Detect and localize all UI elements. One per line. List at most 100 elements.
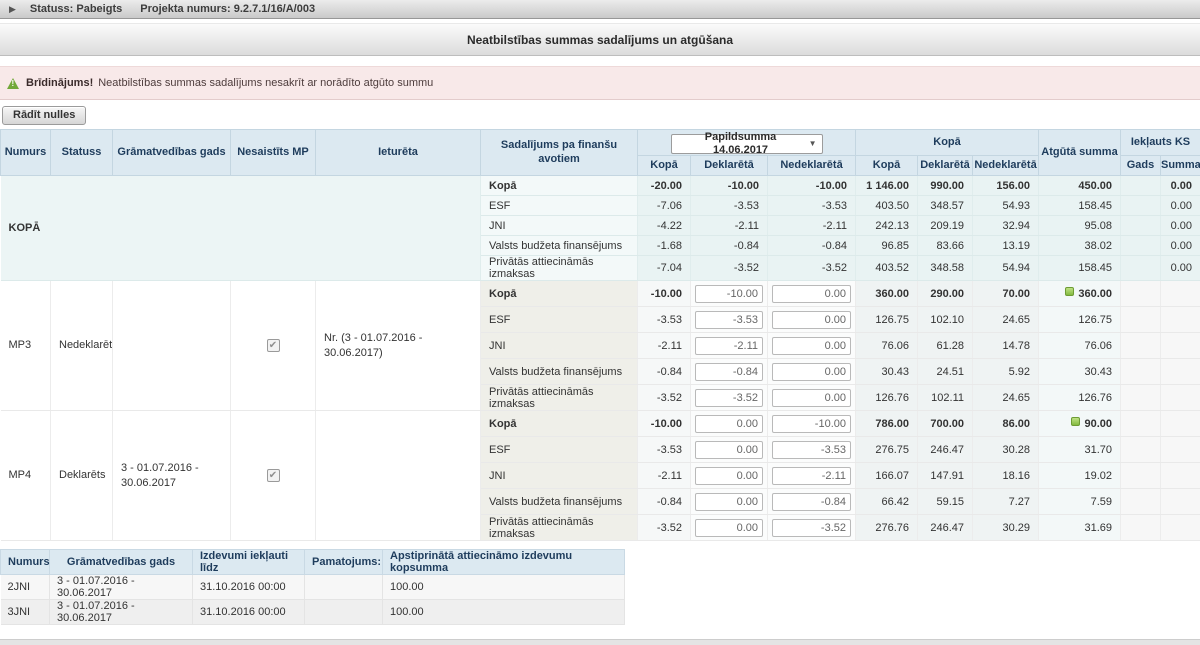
- papildsumma-dropdown[interactable]: Papildsumma 14.06.2017 ▼: [671, 134, 823, 154]
- atguta-summa-value: 126.75: [1039, 307, 1121, 333]
- kopa-kopa-value: 66.42: [856, 489, 918, 515]
- status-bar: ▶ Statuss: Pabeigts Projekta numurs: 9.2…: [0, 0, 1200, 19]
- col-header-ietureta: Ieturēta: [316, 130, 481, 176]
- kopa-kopa-value: 30.43: [856, 359, 918, 385]
- kopa-nedeklareta-value: 54.93: [973, 196, 1039, 216]
- jni-numurs: 3JNI: [1, 600, 50, 625]
- kopa-nedeklareta-value: 30.28: [973, 437, 1039, 463]
- footer-strip: [0, 639, 1200, 645]
- atguta-summa-value: 19.02: [1039, 463, 1121, 489]
- jni-col-numurs: Numurs: [1, 550, 50, 575]
- page: ▶ Statuss: Pabeigts Projekta numurs: 9.2…: [0, 0, 1200, 645]
- papildsumma-nedeklareta-input[interactable]: [772, 389, 851, 407]
- finance-source-label: ESF: [481, 196, 638, 216]
- kopa-deklareta-value: 990.00: [918, 176, 973, 196]
- papildsumma-deklareta-input-cell: [691, 281, 768, 307]
- papildsumma-nedeklareta-input[interactable]: [772, 493, 851, 511]
- jni-table-body: 2JNI3 - 01.07.2016 - 30.06.201731.10.201…: [1, 575, 625, 625]
- kopa-nedeklareta-value: 5.92: [973, 359, 1039, 385]
- papildsumma-deklareta-input[interactable]: [695, 363, 763, 381]
- papildsumma-nedeklareta-input-cell: [768, 307, 856, 333]
- kopa-kopa-value: 360.00: [856, 281, 918, 307]
- papildsumma-nedeklareta-input[interactable]: [772, 441, 851, 459]
- papildsumma-nedeklareta-input-cell: [768, 333, 856, 359]
- col-header-nesaistits-mp: Nesaistīts MP: [231, 130, 316, 176]
- atguta-summa-value: 126.76: [1039, 385, 1121, 411]
- papildsumma-deklareta-input[interactable]: [695, 441, 763, 459]
- ks-gads-value: [1121, 437, 1161, 463]
- warning-label: Brīdinājums!: [26, 77, 93, 89]
- papildsumma-deklareta-input[interactable]: [695, 389, 763, 407]
- nesaistits-mp-checkbox[interactable]: ✔: [267, 339, 280, 352]
- ks-summa-value: 0.00: [1161, 236, 1200, 256]
- warning-message: Neatbilstības summas sadalījums nesakrīt…: [98, 77, 433, 89]
- papildsumma-deklareta-input-cell: [691, 359, 768, 385]
- nesaistits-mp-checkbox[interactable]: ✔: [267, 469, 280, 482]
- subcol-kopa-kopa: Kopā: [856, 156, 918, 176]
- col-header-ieklauts-ks: Iekļauts KS: [1121, 130, 1200, 156]
- kopa-kopa-value: 276.76: [856, 515, 918, 541]
- papildsumma-deklareta-input[interactable]: [695, 493, 763, 511]
- papildsumma-deklareta-input[interactable]: [695, 519, 763, 537]
- jni-gads: 3 - 01.07.2016 - 30.06.2017: [50, 575, 193, 600]
- papildsumma-nedeklareta-input[interactable]: [772, 519, 851, 537]
- subcol-ks-gads: Gads: [1121, 156, 1161, 176]
- col-header-numurs: Numurs: [1, 130, 51, 176]
- finance-source-label: Kopā: [481, 281, 638, 307]
- section-total-label: KOPĀ: [1, 176, 481, 281]
- papildsumma-nedeklareta-input[interactable]: [772, 337, 851, 355]
- papildsumma-nedeklareta-input[interactable]: [772, 415, 851, 433]
- ks-gads-value: [1121, 307, 1161, 333]
- papildsumma-nedeklareta-input[interactable]: [772, 285, 851, 303]
- papildsumma-deklareta-input-cell: [691, 463, 768, 489]
- kopa-deklareta-value: 102.10: [918, 307, 973, 333]
- jni-col-pamatojums: Pamatojums:: [305, 550, 383, 575]
- kopa-deklareta-value: 102.11: [918, 385, 973, 411]
- kopa-nedeklareta-value: 30.29: [973, 515, 1039, 541]
- papildsumma-nedeklareta-input-cell: [768, 489, 856, 515]
- kopa-deklareta-value: 59.15: [918, 489, 973, 515]
- papildsumma-kopa-value: -0.84: [638, 489, 691, 515]
- subcol-papild-deklareta: Deklarētā: [691, 156, 768, 176]
- title-bar: Neatbilstības summas sadalījums un atgūš…: [0, 23, 1200, 56]
- green-sum-icon: [1065, 287, 1074, 296]
- kopa-kopa-value: 126.75: [856, 307, 918, 333]
- ks-summa-value: [1161, 437, 1200, 463]
- kopa-nedeklareta-value: 54.94: [973, 256, 1039, 281]
- ks-gads-value: [1121, 176, 1161, 196]
- main-table-body: KOPĀKopā-20.00-10.00-10.001 146.00990.00…: [1, 176, 1200, 541]
- papildsumma-deklareta-input[interactable]: [695, 415, 763, 433]
- papildsumma-nedeklareta-input[interactable]: [772, 363, 851, 381]
- status-label: Statuss: Pabeigts: [30, 3, 122, 15]
- col-header-kopa-group: Kopā: [856, 130, 1039, 156]
- papildsumma-nedeklareta-input-cell: [768, 463, 856, 489]
- subcol-papild-nedeklareta: Nedeklarētā: [768, 156, 856, 176]
- ks-summa-value: [1161, 411, 1200, 437]
- show-zeros-button[interactable]: Rādīt nulles: [2, 106, 86, 125]
- finance-source-label: JNI: [481, 463, 638, 489]
- expander-arrow-icon[interactable]: ▶: [9, 4, 16, 15]
- papildsumma-deklareta-input-cell: [691, 385, 768, 411]
- papildsumma-deklareta-input[interactable]: [695, 337, 763, 355]
- papildsumma-deklareta-input[interactable]: [695, 285, 763, 303]
- kopa-deklareta-value: 147.91: [918, 463, 973, 489]
- atguta-summa-value: 31.69: [1039, 515, 1121, 541]
- papildsumma-deklareta-value: -3.53: [691, 196, 768, 216]
- papildsumma-deklareta-value: -2.11: [691, 216, 768, 236]
- ks-gads-value: [1121, 196, 1161, 216]
- papildsumma-deklareta-input-cell: [691, 515, 768, 541]
- mp-statuss: Deklarēts: [51, 411, 113, 541]
- papildsumma-nedeklareta-input[interactable]: [772, 311, 851, 329]
- papildsumma-deklareta-input[interactable]: [695, 467, 763, 485]
- papildsumma-kopa-value: -20.00: [638, 176, 691, 196]
- papildsumma-deklareta-value: -0.84: [691, 236, 768, 256]
- kopa-deklareta-value: 209.19: [918, 216, 973, 236]
- papildsumma-deklareta-input[interactable]: [695, 311, 763, 329]
- jni-table: Numurs Grāmatvedības gads Izdevumi iekļa…: [0, 549, 625, 625]
- papildsumma-kopa-value: -0.84: [638, 359, 691, 385]
- papildsumma-nedeklareta-input-cell: [768, 515, 856, 541]
- finance-source-label: ESF: [481, 307, 638, 333]
- finance-source-label: JNI: [481, 216, 638, 236]
- papildsumma-kopa-value: -7.06: [638, 196, 691, 216]
- papildsumma-nedeklareta-input[interactable]: [772, 467, 851, 485]
